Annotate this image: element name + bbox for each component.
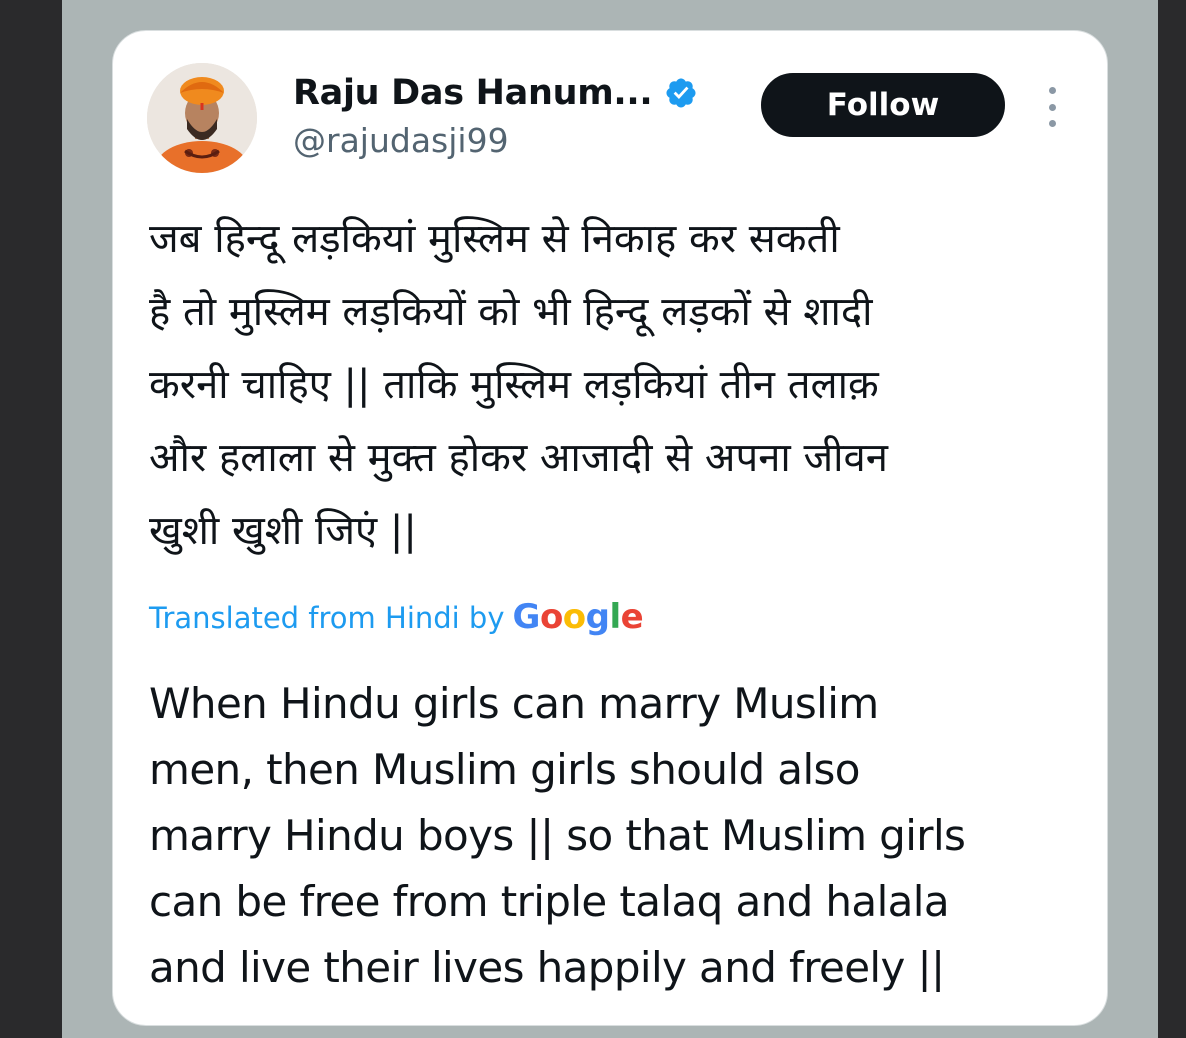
tweet-card: Raju Das Hanum... @rajudasji99 Follow जब…: [112, 30, 1108, 1026]
translation-attribution: Translated from Hindi by Google: [149, 597, 644, 637]
verified-badge-icon: [664, 76, 698, 110]
author-display-name[interactable]: Raju Das Hanum...: [293, 73, 653, 113]
author-handle[interactable]: @rajudasji99: [293, 121, 509, 160]
profile-photo-saffron-turban: [147, 63, 257, 173]
avatar[interactable]: [147, 63, 257, 173]
google-logo: Google: [512, 597, 644, 637]
follow-button[interactable]: Follow: [761, 73, 1005, 137]
tweet-text-hindi: जब हिन्दू लड़कियां मुस्लिम से निकाह कर स…: [149, 216, 888, 554]
translated-from-link[interactable]: Translated from Hindi by: [149, 601, 505, 635]
author-name-row: Raju Das Hanum...: [293, 73, 698, 113]
more-options-icon[interactable]: [1041, 87, 1063, 127]
tweet-text-translation: When Hindu girls can marry Muslim men, t…: [149, 679, 966, 992]
